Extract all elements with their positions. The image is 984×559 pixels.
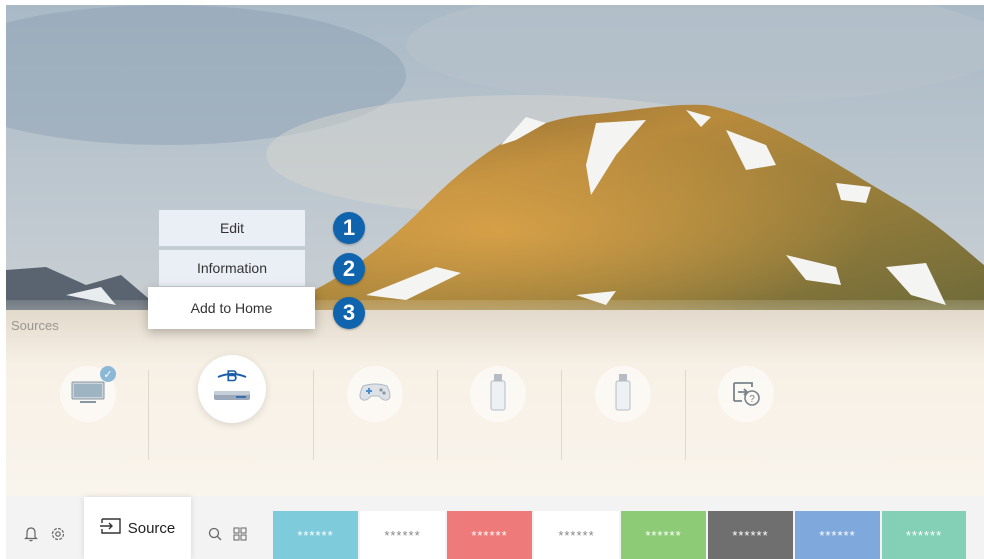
app-tile-label: ****** <box>732 527 769 543</box>
source-item-bluray[interactable]: ᗷ <box>198 355 266 423</box>
tv-home-screen: Sources ✓ ᗷ ? Edit Information Add to Ho… <box>0 0 984 559</box>
app-tile[interactable]: ****** <box>708 511 793 559</box>
source-button-label: Source <box>127 519 176 537</box>
source-button[interactable]: Source <box>84 497 191 559</box>
app-tile[interactable]: ****** <box>447 511 532 559</box>
tv-icon <box>70 379 106 410</box>
app-tile-label: ****** <box>297 527 334 543</box>
callout-badge: 2 <box>333 253 365 285</box>
apps-icon[interactable] <box>233 527 247 546</box>
menu-item-add-to-home[interactable]: Add to Home <box>148 287 315 329</box>
search-icon[interactable] <box>208 527 222 546</box>
source-item-usb-2[interactable] <box>595 366 651 422</box>
menu-item-label: Add to Home <box>190 300 273 316</box>
app-tile[interactable]: ****** <box>273 511 358 559</box>
divider <box>148 370 149 460</box>
connected-check-icon: ✓ <box>100 366 116 382</box>
app-tile[interactable]: ****** <box>360 511 445 559</box>
menu-item-label: Edit <box>219 220 245 236</box>
usb-drive-icon <box>615 373 631 416</box>
divider <box>437 370 438 460</box>
app-tile-label: ****** <box>471 527 508 543</box>
app-tile-label: ****** <box>384 527 421 543</box>
callout-badge: 3 <box>333 297 365 329</box>
connection-guide-icon: ? <box>730 377 762 412</box>
bluray-player-icon: ᗷ <box>208 367 256 412</box>
settings-icon[interactable] <box>50 526 66 547</box>
app-tile-label: ****** <box>819 527 856 543</box>
menu-item-edit[interactable]: Edit <box>159 210 305 246</box>
app-tile[interactable]: ****** <box>795 511 880 559</box>
source-item-game-console[interactable] <box>347 366 403 422</box>
app-tile[interactable]: ****** <box>534 511 619 559</box>
svg-text:?: ? <box>749 394 755 405</box>
app-tile[interactable]: ****** <box>882 511 966 559</box>
game-controller-icon <box>357 380 393 409</box>
app-tile-label: ****** <box>558 527 595 543</box>
svg-text:ᗷ: ᗷ <box>227 368 237 384</box>
source-item-connection-guide[interactable]: ? <box>718 366 774 422</box>
sources-heading: Sources <box>11 318 59 333</box>
source-input-icon <box>99 517 122 539</box>
divider <box>561 370 562 460</box>
app-tile-label: ****** <box>905 527 943 543</box>
divider <box>685 370 686 460</box>
source-item-usb-1[interactable] <box>470 366 526 422</box>
app-tile[interactable]: ****** <box>621 511 706 559</box>
divider <box>313 370 314 460</box>
menu-item-information[interactable]: Information <box>159 250 305 286</box>
menu-item-label: Information <box>196 260 268 276</box>
app-tile-label: ****** <box>645 527 682 543</box>
callout-badge: 1 <box>333 212 365 244</box>
usb-drive-icon <box>490 373 506 416</box>
bell-icon[interactable] <box>24 526 38 547</box>
